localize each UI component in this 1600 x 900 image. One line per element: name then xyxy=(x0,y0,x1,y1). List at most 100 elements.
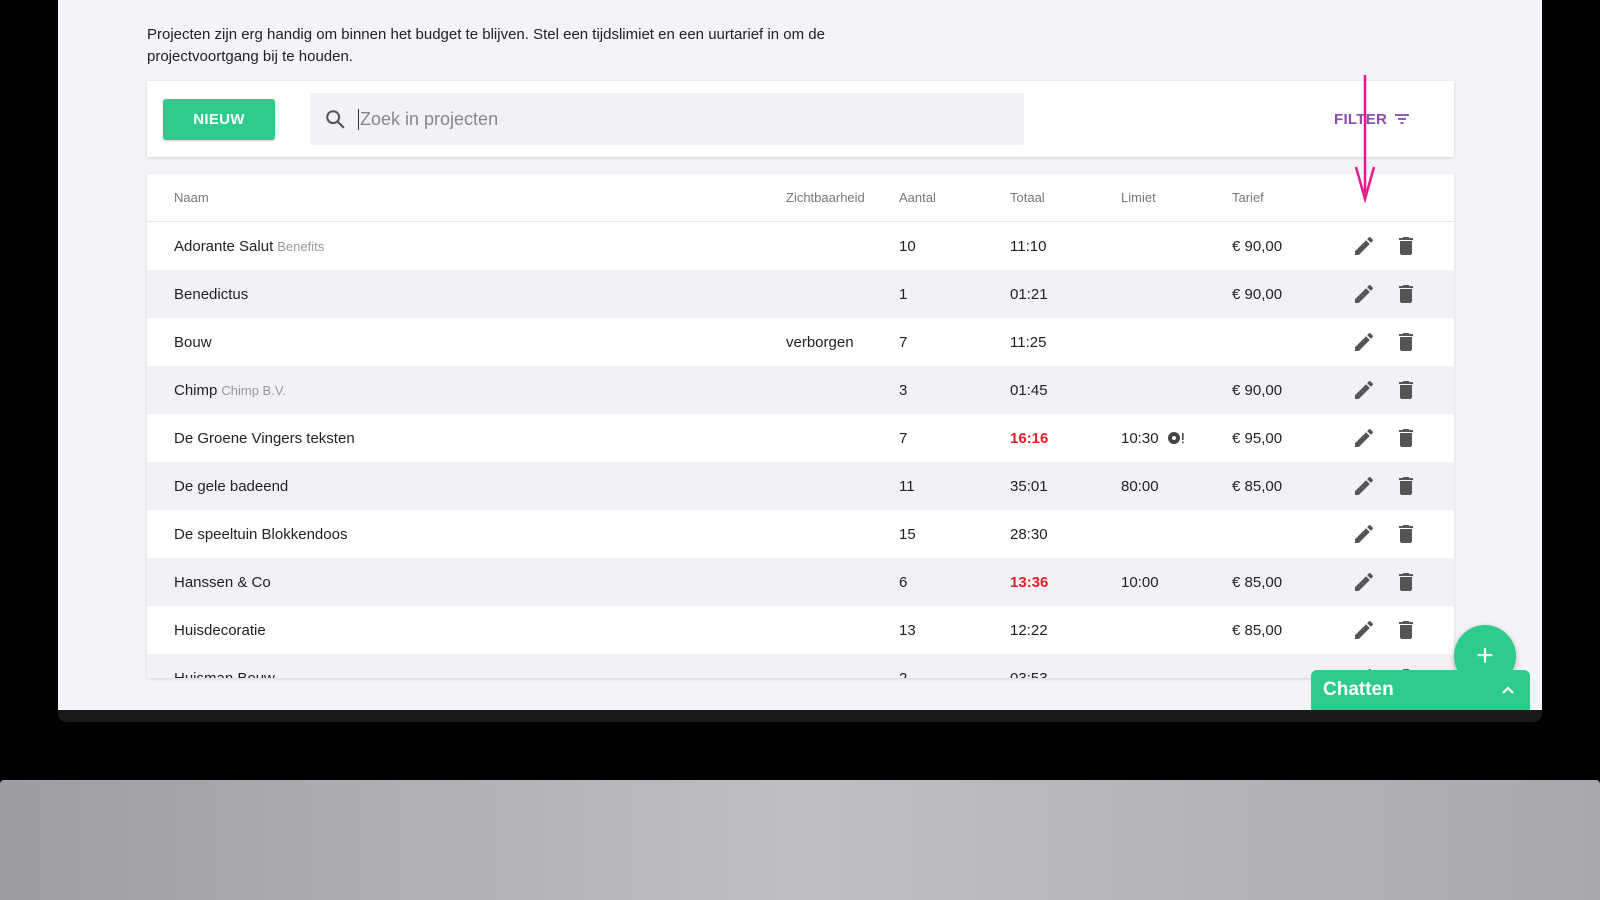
table-row[interactable]: De gele badeend 11 35:01 80:00 € 85,00 xyxy=(147,462,1454,510)
count-cell: 13 xyxy=(899,621,916,639)
project-client: Chimp B.V. xyxy=(221,382,286,398)
table-row[interactable]: De speeltuin Blokkendoos 15 28:30 xyxy=(147,510,1454,558)
search-input[interactable] xyxy=(358,108,958,130)
rate-cell: € 90,00 xyxy=(1232,237,1283,255)
delete-trash-icon[interactable] xyxy=(1394,426,1418,450)
count-cell: 7 xyxy=(899,429,908,447)
edit-pencil-icon[interactable] xyxy=(1352,282,1376,306)
count-cell: 11 xyxy=(899,477,915,495)
total-cell: 12:22 xyxy=(1010,621,1048,639)
project-name: Hanssen & Co xyxy=(174,573,271,591)
row-actions xyxy=(1352,234,1418,258)
rate-cell: € 85,00 xyxy=(1232,477,1283,495)
total-cell: 35:01 xyxy=(1010,477,1048,495)
project-name-cell: Adorante Salut Benefits xyxy=(174,238,324,255)
col-name-header[interactable]: Naam xyxy=(174,190,209,205)
count-cell: 15 xyxy=(899,525,916,543)
rate-cell: € 85,00 xyxy=(1232,621,1283,639)
delete-trash-icon[interactable] xyxy=(1394,282,1418,306)
filter-icon xyxy=(1395,114,1410,124)
total-cell: 28:30 xyxy=(1010,525,1048,543)
row-actions xyxy=(1352,618,1418,642)
search-bar[interactable] xyxy=(310,93,1024,145)
row-actions xyxy=(1352,570,1418,594)
rate-cell: € 85,00 xyxy=(1232,573,1283,591)
laptop-base xyxy=(0,780,1600,900)
projects-table: Naam Zichtbaarheid Aantal Totaal Limiet … xyxy=(147,174,1454,678)
project-name-cell: De speeltuin Blokkendoos xyxy=(174,526,347,543)
count-cell: 7 xyxy=(899,333,908,351)
edit-pencil-icon[interactable] xyxy=(1352,426,1376,450)
table-row[interactable]: Hanssen & Co 6 13:36 10:00 € 85,00 xyxy=(147,558,1454,606)
project-name-cell: Chimp Chimp B.V. xyxy=(174,382,286,399)
chat-widget[interactable]: Chatten xyxy=(1311,670,1530,710)
col-visibility-header[interactable]: Zichtbaarheid xyxy=(786,190,865,205)
table-row[interactable]: Benedictus 1 01:21 € 90,00 xyxy=(147,270,1454,318)
table-row[interactable]: De Groene Vingers teksten 7 16:16 10:30 … xyxy=(147,414,1454,462)
project-name: Chimp xyxy=(174,381,218,399)
delete-trash-icon[interactable] xyxy=(1394,618,1418,642)
project-name: Benedictus xyxy=(174,285,249,303)
table-row[interactable]: Huisman Bouw 2 03:53 xyxy=(147,654,1454,678)
project-name: Adorante Salut xyxy=(174,237,274,255)
edit-pencil-icon[interactable] xyxy=(1352,474,1376,498)
chevron-up-icon xyxy=(1502,686,1514,694)
limit-cell: 10:30 xyxy=(1121,430,1185,447)
col-limit-header[interactable]: Limiet xyxy=(1121,190,1156,205)
delete-trash-icon[interactable] xyxy=(1394,522,1418,546)
table-row[interactable]: Huisdecoratie 13 12:22 € 85,00 xyxy=(147,606,1454,654)
project-name: Bouw xyxy=(174,333,212,351)
row-actions xyxy=(1352,522,1418,546)
count-cell: 6 xyxy=(899,573,908,591)
edit-pencil-icon[interactable] xyxy=(1352,330,1376,354)
table-row[interactable]: Adorante Salut Benefits 10 11:10 € 90,00 xyxy=(147,222,1454,270)
table-row[interactable]: Chimp Chimp B.V. 3 01:45 € 90,00 xyxy=(147,366,1454,414)
total-cell: 13:36 xyxy=(1010,573,1049,591)
app-screen: Projecten zijn erg handig om binnen het … xyxy=(58,0,1542,710)
project-name-cell: Huisman Bouw xyxy=(174,670,275,679)
edit-pencil-icon[interactable] xyxy=(1352,618,1376,642)
row-actions xyxy=(1352,474,1418,498)
total-cell: 01:21 xyxy=(1010,285,1048,303)
table-body: Adorante Salut Benefits 10 11:10 € 90,00 … xyxy=(147,222,1454,678)
delete-trash-icon[interactable] xyxy=(1394,378,1418,402)
project-name: De speeltuin Blokkendoos xyxy=(174,525,348,543)
project-name-cell: Huisdecoratie xyxy=(174,622,266,639)
limit-cell: 10:00 xyxy=(1121,574,1159,591)
row-actions xyxy=(1352,378,1418,402)
edit-pencil-icon[interactable] xyxy=(1352,570,1376,594)
limit-cell: 80:00 xyxy=(1121,478,1159,495)
col-rate-header[interactable]: Tarief xyxy=(1232,190,1264,205)
delete-trash-icon[interactable] xyxy=(1394,474,1418,498)
limit-value: 10:00 xyxy=(1121,573,1159,591)
project-name-cell: De gele badeend xyxy=(174,478,288,495)
edit-pencil-icon[interactable] xyxy=(1352,522,1376,546)
rate-cell: € 95,00 xyxy=(1232,429,1283,447)
project-name-cell: Benedictus xyxy=(174,286,248,303)
project-name-cell: Hanssen & Co xyxy=(174,574,271,591)
col-count-header[interactable]: Aantal xyxy=(899,190,936,205)
limit-value: 80:00 xyxy=(1121,477,1159,495)
laptop-bezel xyxy=(58,710,1542,722)
edit-pencil-icon[interactable] xyxy=(1352,378,1376,402)
count-cell: 10 xyxy=(899,237,916,255)
edit-pencil-icon[interactable] xyxy=(1352,234,1376,258)
table-row[interactable]: Bouw verborgen 7 11:25 xyxy=(147,318,1454,366)
project-client: Benefits xyxy=(277,238,325,254)
col-total-header[interactable]: Totaal xyxy=(1010,190,1045,205)
new-project-button[interactable]: NIEUW xyxy=(163,99,275,140)
row-actions xyxy=(1352,330,1418,354)
chat-label: Chatten xyxy=(1323,679,1394,700)
visibility-cell: verborgen xyxy=(786,333,854,351)
count-cell: 3 xyxy=(899,381,908,399)
limit-value: 10:30 xyxy=(1121,429,1159,447)
delete-trash-icon[interactable] xyxy=(1394,330,1418,354)
delete-trash-icon[interactable] xyxy=(1394,570,1418,594)
rate-cell: € 90,00 xyxy=(1232,285,1283,303)
delete-trash-icon[interactable] xyxy=(1394,234,1418,258)
project-name: De Groene Vingers teksten xyxy=(174,429,355,447)
project-name: Huisman Bouw xyxy=(174,669,275,679)
rate-cell: € 90,00 xyxy=(1232,381,1283,399)
count-cell: 1 xyxy=(899,285,908,303)
alert-icon xyxy=(1167,432,1184,444)
